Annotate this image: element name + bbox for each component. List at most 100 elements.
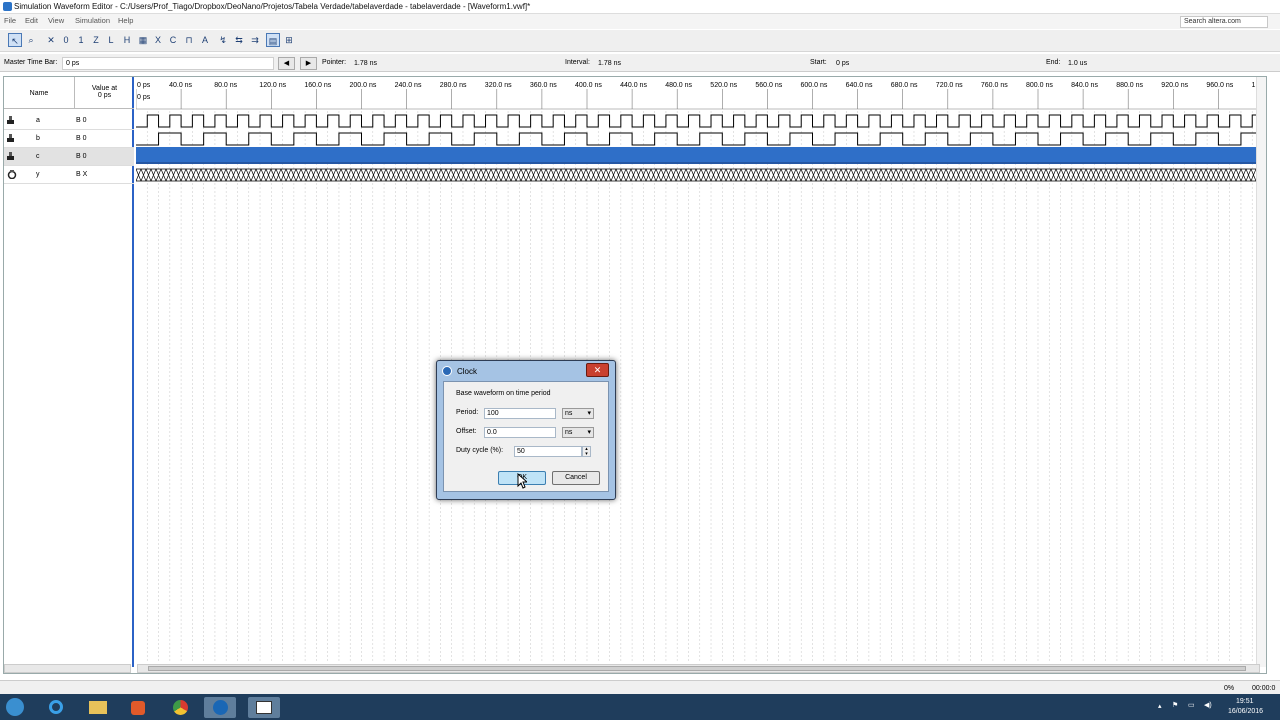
duty-cycle-spinner[interactable]: ▴ ▾: [582, 446, 591, 457]
signal-row-b[interactable]: b B 0: [4, 130, 134, 148]
report-icon[interactable]: ⊞: [282, 33, 296, 47]
time-tick-label: 400.0 ns: [575, 82, 602, 89]
input-pin-icon: [7, 152, 14, 160]
folder-icon[interactable]: [82, 697, 114, 718]
offset-unit-select[interactable]: ns ▾: [562, 427, 594, 438]
menu-help[interactable]: Help: [118, 16, 133, 25]
value-header-label: Value at: [91, 85, 118, 92]
end-label: End:: [1046, 59, 1061, 66]
quartus-icon[interactable]: [204, 697, 236, 718]
duty-cycle-input[interactable]: 50: [514, 446, 582, 457]
time-tick-label: 320.0 ns: [485, 82, 512, 89]
close-button[interactable]: ✕: [586, 363, 609, 377]
media-player-icon[interactable]: [122, 697, 154, 718]
search-input[interactable]: Search altera.com: [1180, 16, 1268, 28]
time-tick-label: 920.0 ns: [1161, 82, 1188, 89]
signal-row-c[interactable]: c B 0: [4, 148, 134, 166]
names-scrollbar[interactable]: [4, 664, 131, 673]
dont-care-icon[interactable]: ▦: [136, 33, 150, 47]
cancel-button[interactable]: Cancel: [552, 471, 600, 485]
toolbar: ↖ ⌕ ✕ 0 1 Z L H ▦ X C ⊓ A ↯ ⇆ ⇉ ▤ ⊞: [0, 30, 1280, 52]
status-bar: 0% 00:00:0: [0, 680, 1280, 694]
title-bar: Simulation Waveform Editor - C:/Users/Pr…: [0, 0, 1280, 14]
window-title: Simulation Waveform Editor - C:/Users/Pr…: [14, 2, 531, 11]
prev-transition-button[interactable]: ◀: [278, 57, 295, 70]
signal-names-pane: Name Value at 0 ps a B 0 b B 0 c B 0 y B…: [4, 77, 134, 667]
time-tick-label: 240.0 ns: [395, 82, 422, 89]
vertical-scrollbar[interactable]: [1256, 77, 1266, 667]
waveform-canvas[interactable]: 0 ps 40.0 ns 80.0 ns 120.0 ns 160.0 ns 200.0 …: [136, 77, 1258, 663]
name-column-header[interactable]: Name: [4, 77, 74, 109]
chevron-down-icon: ▾: [587, 429, 591, 436]
signal-row-y[interactable]: y B X: [4, 166, 134, 184]
signal-waveform-c: [136, 147, 1258, 164]
period-label: Period:: [456, 409, 479, 416]
time-tick-label: 160.0 ns: [304, 82, 331, 89]
selection-tool-icon[interactable]: ↖: [8, 33, 22, 47]
next-transition-button[interactable]: ▶: [300, 57, 317, 70]
menu-simulation[interactable]: Simulation: [75, 16, 110, 25]
clock-icon[interactable]: ⊓: [182, 33, 196, 47]
menu-edit[interactable]: Edit: [25, 16, 38, 25]
scroll-thumb[interactable]: [148, 666, 1246, 671]
value-column-header[interactable]: Value at 0 ps: [74, 77, 134, 109]
display-icon[interactable]: ▭: [1188, 701, 1195, 709]
period-unit-select[interactable]: ns ▾: [562, 408, 594, 419]
arbitrary-value-icon[interactable]: A: [198, 33, 212, 47]
clock-date[interactable]: 16/06/2016: [1228, 708, 1263, 715]
menu-bar: File Edit View Simulation Help: [0, 14, 1280, 29]
tray-arrow-icon[interactable]: ▴: [1158, 702, 1162, 710]
offset-input[interactable]: 0.0: [484, 427, 556, 438]
zoom-tool-icon[interactable]: ⌕: [24, 33, 38, 47]
signal-row-a[interactable]: a B 0: [4, 112, 134, 130]
force-high-icon[interactable]: 1: [74, 33, 88, 47]
duty-cycle-label: Duty cycle (%):: [456, 447, 504, 454]
invert-icon[interactable]: X: [151, 33, 165, 47]
weak-high-icon[interactable]: H: [120, 33, 134, 47]
input-pin-icon: [7, 116, 14, 124]
section-label: Base waveform on time period: [456, 390, 551, 397]
random-value-icon[interactable]: ↯: [216, 33, 230, 47]
chrome-icon[interactable]: [164, 697, 196, 718]
period-input[interactable]: 100: [484, 408, 556, 419]
force-unknown-icon[interactable]: ✕: [44, 33, 58, 47]
time-tick-label: 80.0 ns: [214, 82, 237, 89]
flag-icon[interactable]: ⚑: [1172, 701, 1178, 709]
progress-text: 0%: [1224, 685, 1235, 692]
value-header-time: 0 ps: [97, 92, 112, 99]
time-tick-label: 360.0 ns: [530, 82, 557, 89]
signal-value: B 0: [76, 153, 87, 160]
volume-icon[interactable]: ◀): [1204, 701, 1212, 709]
clock-time[interactable]: 19:51: [1236, 698, 1254, 705]
menu-view[interactable]: View: [48, 16, 64, 25]
dialog-app-icon: [442, 366, 452, 376]
app-icon: [3, 2, 12, 11]
menu-file[interactable]: File: [4, 16, 16, 25]
offset-unit-value: ns: [565, 429, 573, 436]
input-pin-icon: [7, 134, 14, 142]
time-tick-label: 120.0 ns: [259, 82, 286, 89]
waveform-grid: Name Value at 0 ps a B 0 b B 0 c B 0 y B…: [3, 76, 1267, 674]
interval-value: 1.78 ns: [598, 60, 621, 67]
chevron-down-icon: ▾: [587, 410, 591, 417]
start-label: Start:: [810, 59, 827, 66]
count-value-icon[interactable]: C: [166, 33, 180, 47]
time-tick-label: 520.0 ns: [710, 82, 737, 89]
start-button-icon[interactable]: [6, 698, 24, 716]
waveform-editor-icon[interactable]: [248, 697, 280, 718]
force-low-icon[interactable]: 0: [59, 33, 73, 47]
weak-low-icon[interactable]: L: [104, 33, 118, 47]
signal-name: a: [36, 117, 40, 124]
timing-sim-icon[interactable]: ⇉: [248, 33, 262, 47]
high-impedance-icon[interactable]: Z: [89, 33, 103, 47]
ie-icon[interactable]: [40, 697, 72, 718]
horizontal-scrollbar[interactable]: [137, 664, 1260, 673]
time-tick-label: 200.0 ns: [350, 82, 377, 89]
master-time-field[interactable]: 0 ps: [62, 57, 274, 70]
time-tick-label: 800.0 ns: [1026, 82, 1053, 89]
name-header-label: Name: [29, 90, 49, 97]
time-tick-sublabel: 0 ps: [137, 94, 151, 101]
clock-dialog: Clock ✕ Base waveform on time period Per…: [436, 360, 616, 500]
functional-sim-icon[interactable]: ⇆: [232, 33, 246, 47]
netlist-icon[interactable]: ▤: [266, 33, 280, 47]
